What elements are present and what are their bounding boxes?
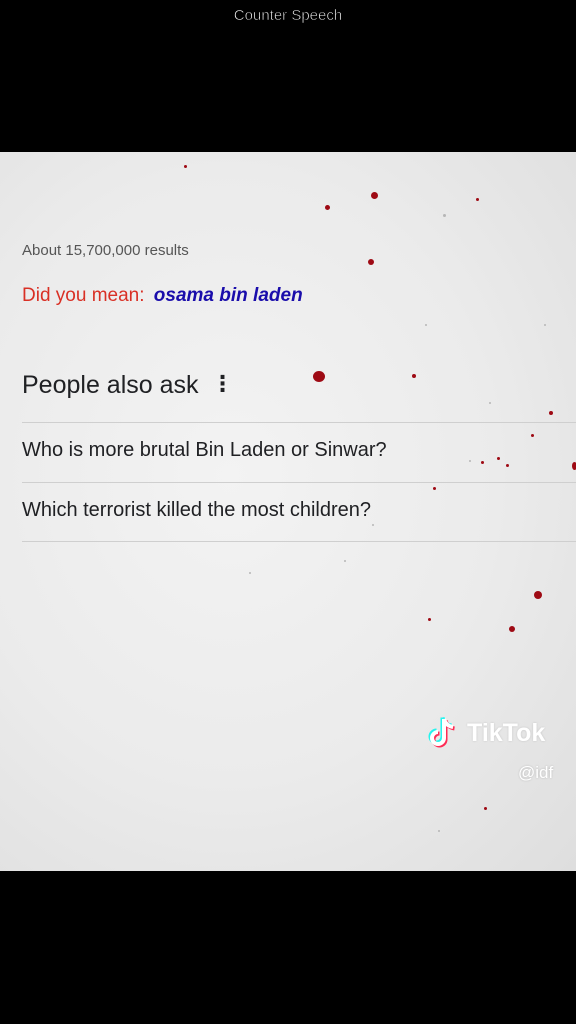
blood-speck <box>531 434 534 437</box>
divider <box>22 422 576 423</box>
blood-speck <box>412 374 416 378</box>
blood-speck <box>572 462 576 470</box>
blood-speck <box>484 807 487 810</box>
blood-speck <box>368 259 374 265</box>
blood-speck <box>497 457 500 460</box>
paa-question-2[interactable]: Which terrorist killed the most children… <box>22 499 371 522</box>
blood-speck <box>313 371 325 382</box>
blood-speck <box>428 618 431 621</box>
blood-speck <box>433 487 436 490</box>
blood-speck <box>184 165 187 168</box>
paa-question-1[interactable]: Who is more brutal Bin Laden or Sinwar? <box>22 439 387 462</box>
tiktok-handle: @idf <box>518 763 554 782</box>
dust-speck <box>372 524 374 526</box>
divider <box>22 541 576 542</box>
tiktok-watermark: TikTok <box>427 715 545 751</box>
blood-speck <box>325 205 330 210</box>
dust-speck <box>489 402 491 404</box>
blood-speck <box>371 192 378 199</box>
blood-speck <box>506 464 509 467</box>
dust-speck <box>344 560 346 562</box>
dust-speck <box>249 572 251 574</box>
people-also-ask-title: People also ask <box>22 371 199 399</box>
blood-speck <box>509 626 515 632</box>
divider <box>22 482 576 483</box>
blood-speck <box>549 411 553 415</box>
results-count: About 15,700,000 results <box>22 242 189 259</box>
people-also-ask-heading: People also ask ⋮ <box>22 371 233 400</box>
did-you-mean-label: Did you mean: <box>22 285 145 306</box>
did-you-mean: Did you mean: osama bin laden <box>22 285 303 307</box>
tiktok-note-icon <box>427 715 461 751</box>
dust-speck <box>469 460 471 462</box>
blood-speck <box>476 198 479 201</box>
video-caption: Counter Speech <box>233 7 343 25</box>
blood-speck <box>481 461 484 464</box>
dust-speck <box>438 830 440 832</box>
tiktok-brand: TikTok <box>467 718 546 747</box>
dust-speck <box>425 324 427 326</box>
blood-speck <box>534 591 542 599</box>
dust-speck <box>544 324 546 326</box>
did-you-mean-suggestion-link[interactable]: osama bin laden <box>154 285 303 306</box>
dust-speck <box>443 214 446 217</box>
kebab-menu-icon[interactable]: ⋮ <box>211 371 233 397</box>
video-frame: About 15,700,000 results Did you mean: o… <box>0 152 576 871</box>
